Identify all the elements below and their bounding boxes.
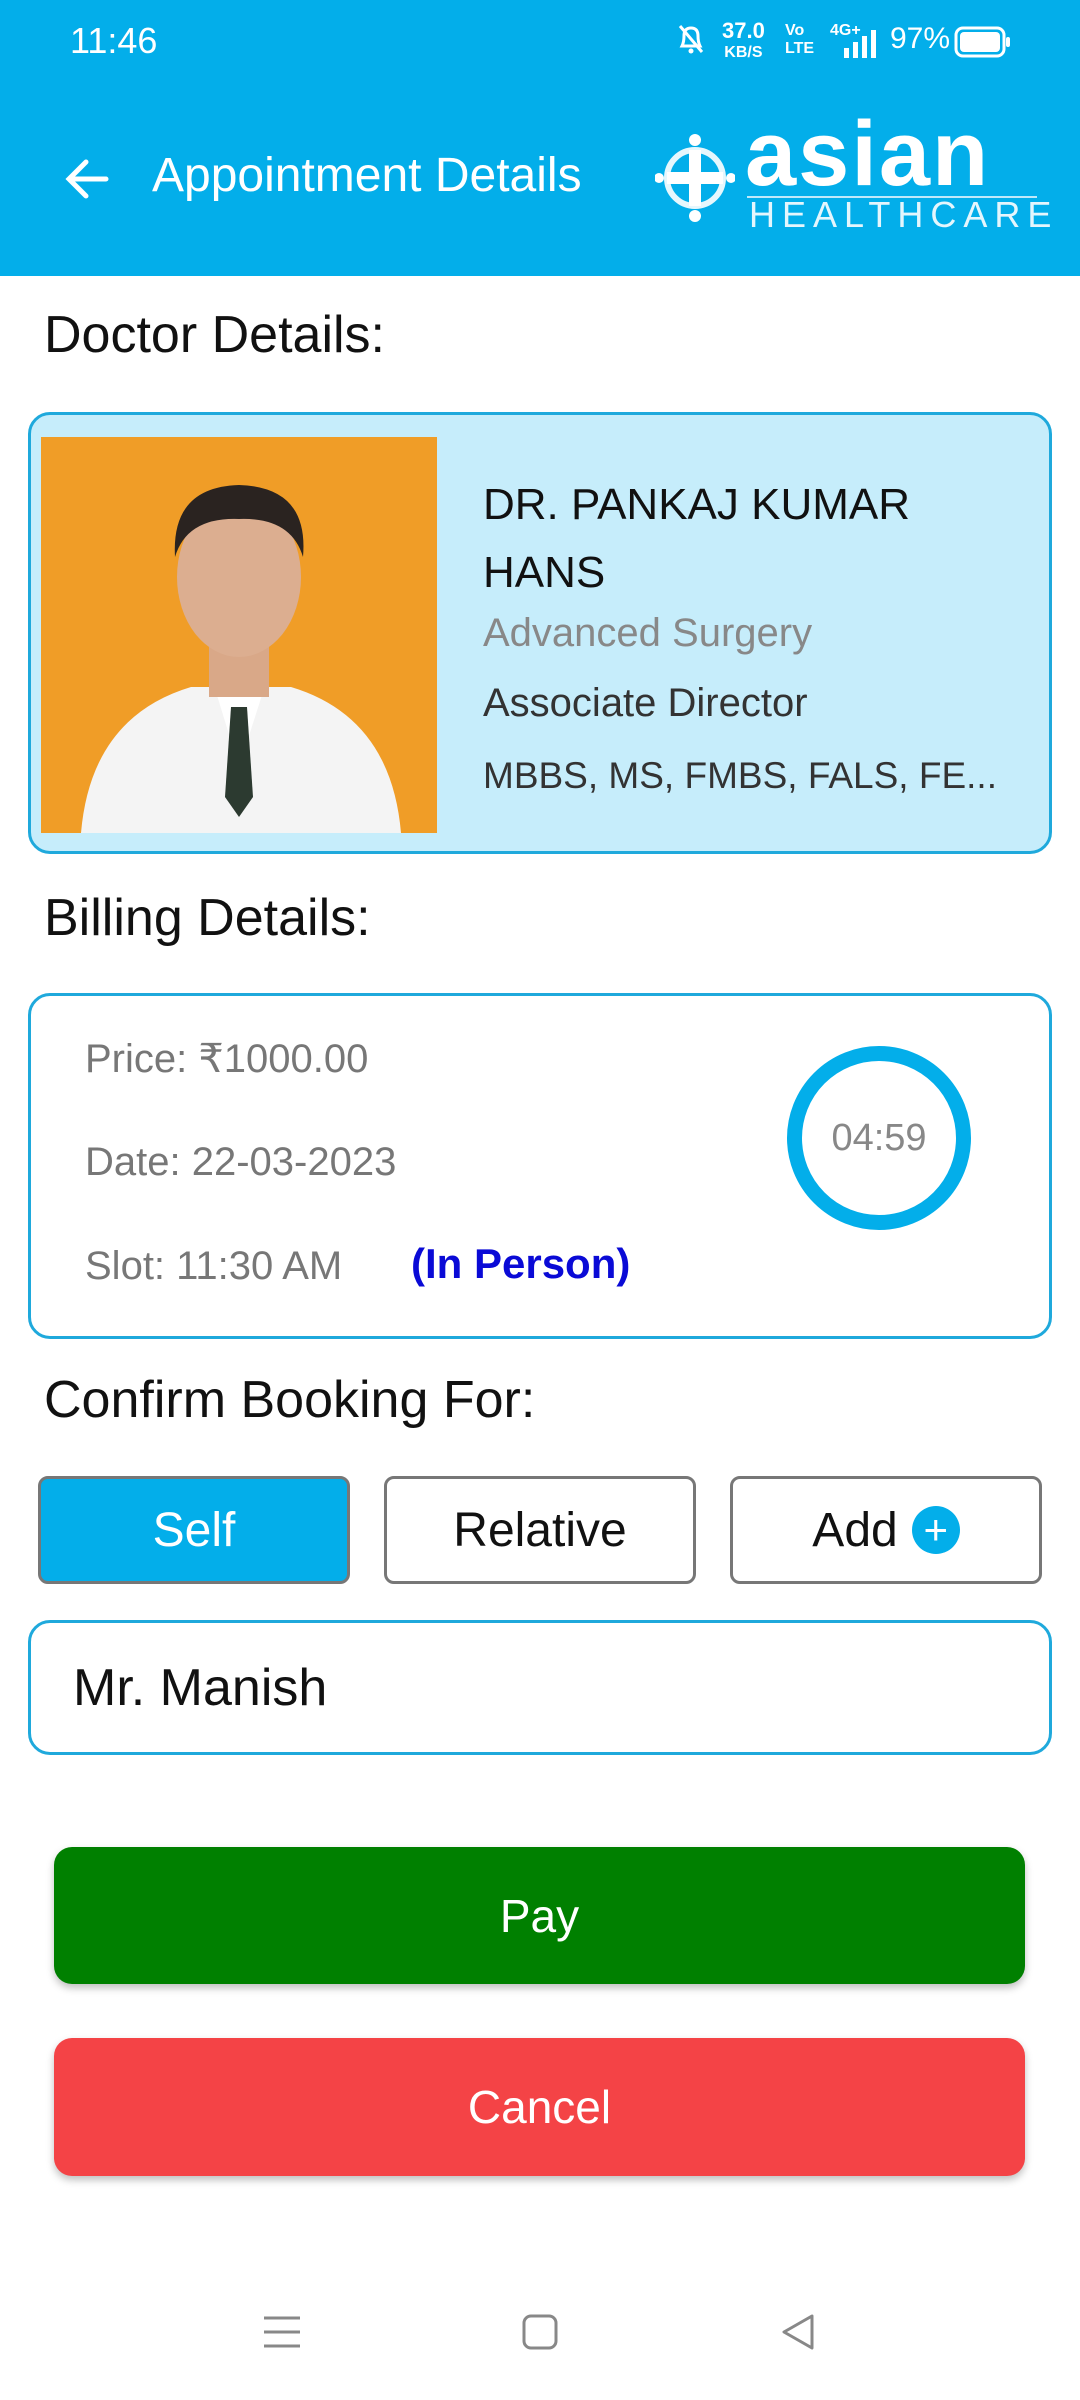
doctor-designation: Associate Director <box>483 681 808 725</box>
patient-name-field[interactable]: Mr. Manish <box>28 1620 1052 1755</box>
add-label: Add <box>812 1503 898 1557</box>
doctor-card[interactable]: DR. PANKAJ KUMAR HANS Advanced Surgery A… <box>28 412 1052 854</box>
back-nav-icon[interactable] <box>778 2312 818 2352</box>
page-title: Appointment Details <box>152 149 582 202</box>
doctor-degrees: MBBS, MS, FMBS, FALS, FE... <box>483 755 997 796</box>
plus-circle-icon: + <box>911 1506 960 1554</box>
add-option-button[interactable]: Add + <box>730 1476 1042 1584</box>
consultation-mode: (In Person) <box>411 1240 631 1287</box>
net-unit: KB/S <box>724 44 763 61</box>
countdown-timer: 04:59 <box>787 1046 971 1230</box>
billing-section-title: Billing Details: <box>44 889 371 947</box>
billing-price: Price: ₹1000.00 <box>85 1037 369 1081</box>
battery-icon <box>954 26 1012 58</box>
status-time: 11:46 <box>70 20 158 61</box>
battery-percent: 97% <box>890 22 951 55</box>
doctor-section-title: Doctor Details: <box>44 306 385 364</box>
doctor-photo <box>41 437 437 833</box>
billing-slot: Slot: 11:30 AM <box>85 1244 343 1288</box>
billing-card: Price: ₹1000.00 Date: 22-03-2023 Slot: 1… <box>28 993 1052 1339</box>
doctor-name-line1: DR. PANKAJ KUMAR <box>483 480 911 529</box>
net-speed: 37.0 <box>722 18 765 43</box>
booking-section-title: Confirm Booking For: <box>44 1371 536 1429</box>
relative-option-button[interactable]: Relative <box>384 1476 696 1584</box>
asian-healthcare-logo: asian HEALTHCARE <box>655 103 1055 235</box>
menu-nav-icon[interactable] <box>262 2312 302 2352</box>
doctor-specialty: Advanced Surgery <box>483 611 813 655</box>
back-arrow-icon[interactable] <box>62 154 112 204</box>
volte-indicator: Vo LTE <box>785 22 815 57</box>
app-header: 11:46 37.0 KB/S Vo LTE 4G+ 97% Appointmen… <box>0 0 1080 276</box>
pay-button[interactable]: Pay <box>54 1847 1025 1984</box>
self-option-button[interactable]: Self <box>38 1476 350 1584</box>
home-nav-icon[interactable] <box>520 2312 560 2352</box>
cancel-button[interactable]: Cancel <box>54 2038 1025 2176</box>
signal-icon <box>842 30 882 58</box>
doctor-name-line2: HANS <box>483 548 606 597</box>
mute-bell-icon <box>676 22 706 56</box>
billing-date: Date: 22-03-2023 <box>85 1140 397 1184</box>
